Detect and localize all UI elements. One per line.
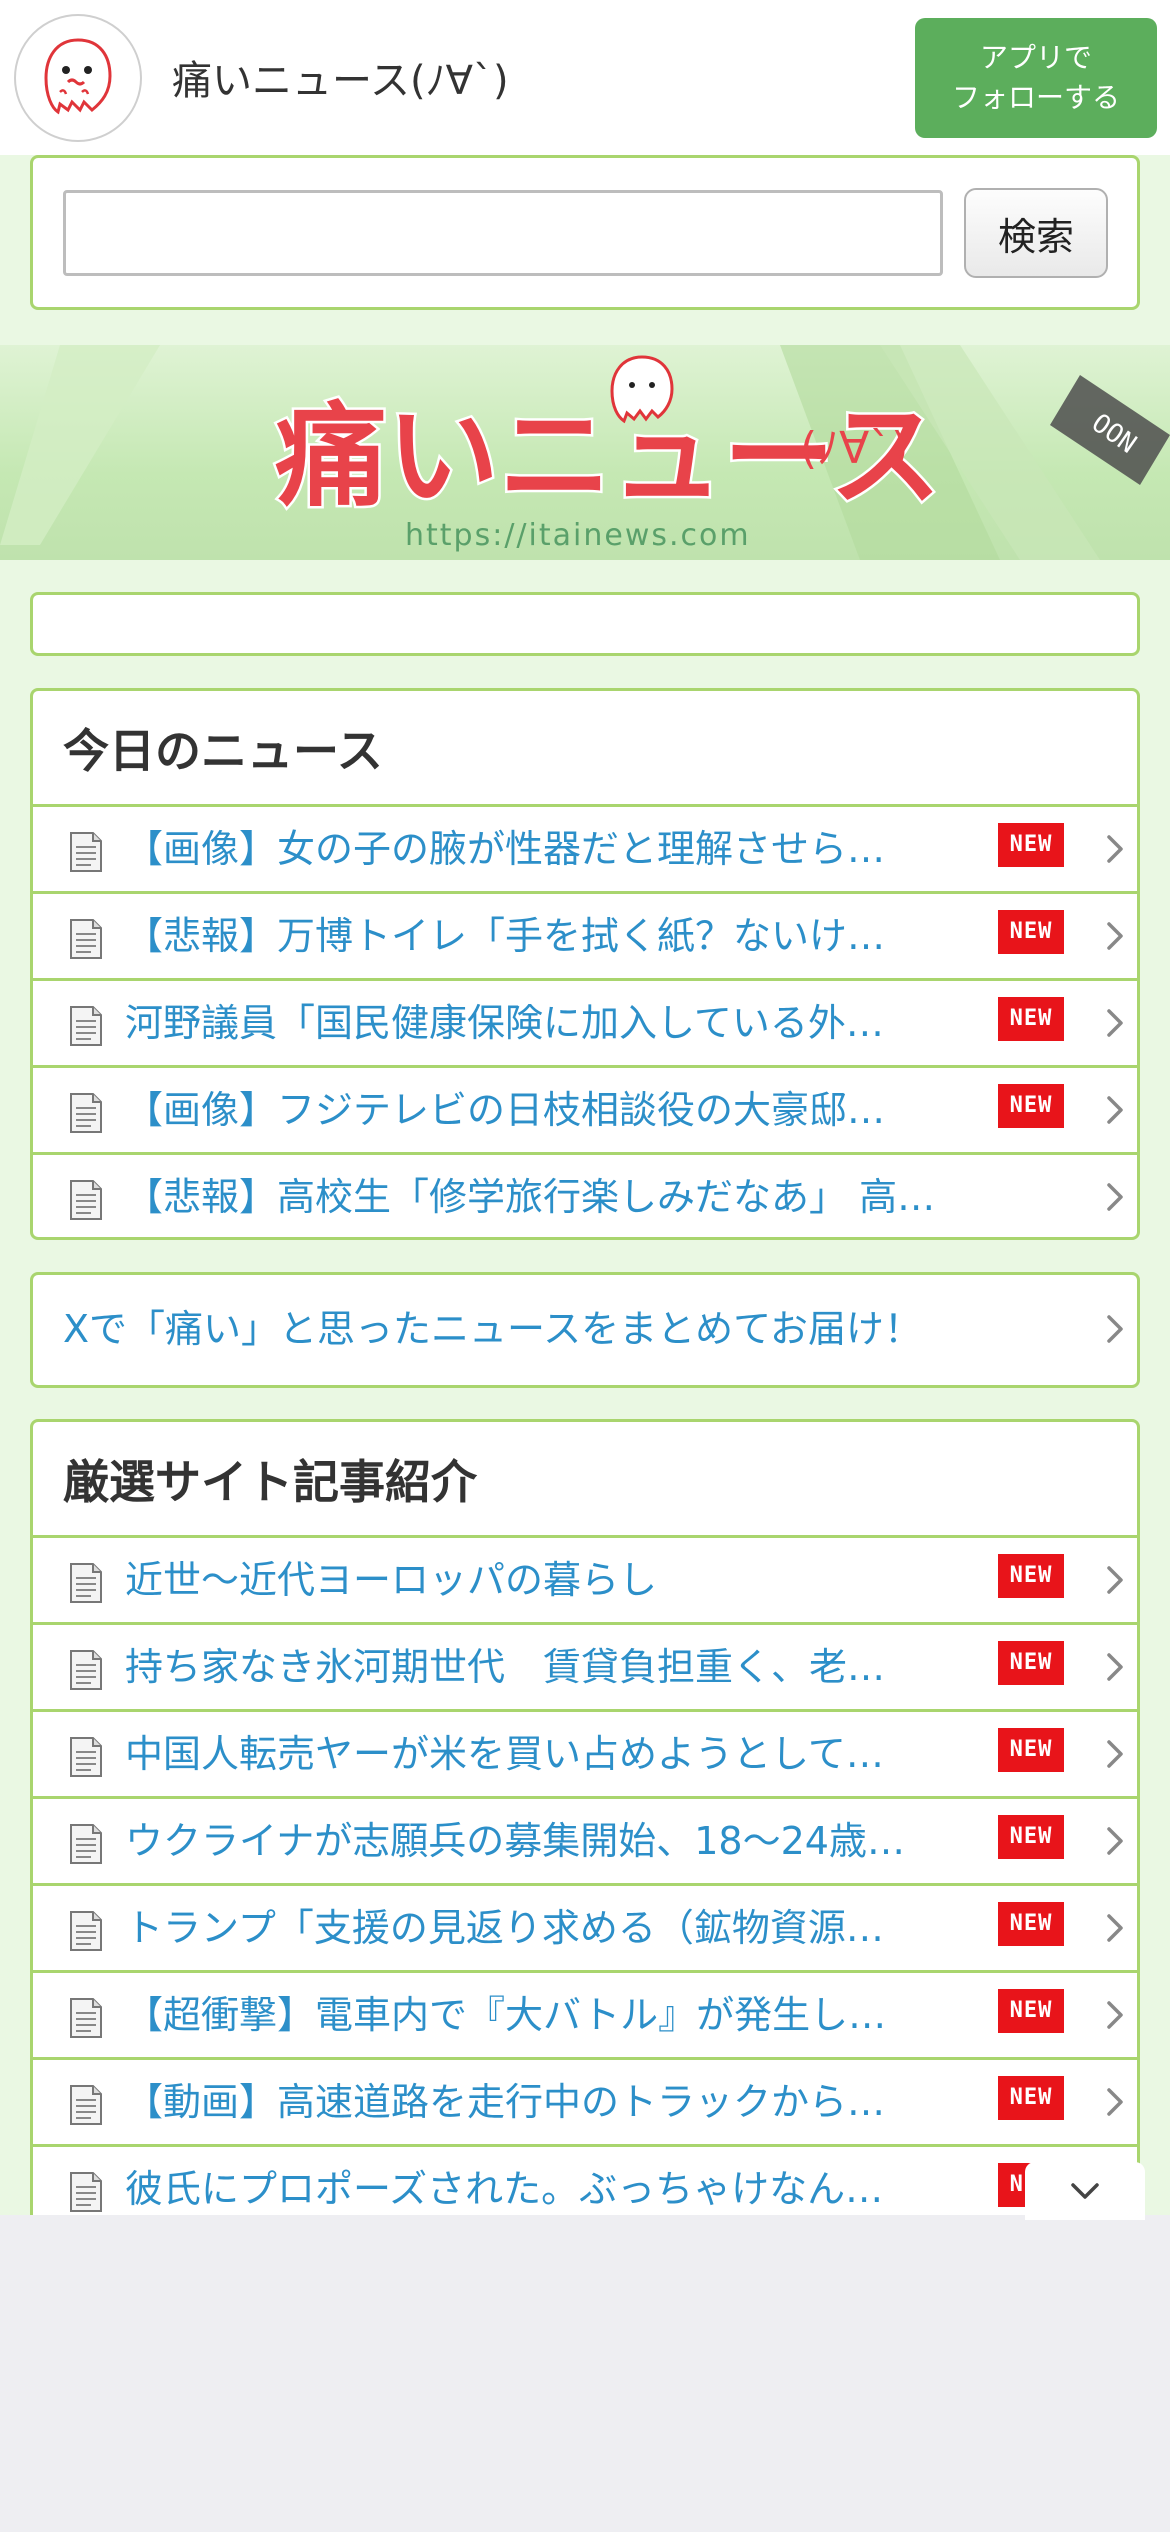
news-row-title: 持ち家なき氷河期世代 賃貸負担重く、老… <box>125 1645 886 1689</box>
document-icon <box>70 2172 102 2212</box>
x-promo-link[interactable]: Xで「痛い」と思ったニュースをまとめてお届け！ <box>30 1272 1140 1388</box>
chevron-right-icon <box>1107 2001 1123 2029</box>
search-button[interactable]: 検索 <box>964 188 1108 278</box>
new-badge: NEW <box>998 1084 1064 1128</box>
chevron-right-icon <box>1107 922 1123 950</box>
app-header: 痛いニュース(ﾉ∀`) アプリで フォローする <box>0 0 1170 155</box>
news-row[interactable]: 【超衝撃】電車内で『大バトル』が発生し… NEW <box>33 1973 1137 2060</box>
picked-sites-list: 近世〜近代ヨーロッパの暮らし NEW 持ち家なき氷河期世代 賃貸負担重く、老… NEW… <box>33 1538 1137 2234</box>
chevron-right-icon <box>1107 1827 1123 1855</box>
document-icon <box>70 1180 102 1220</box>
news-row-title: 河野議員「国民健康保険に加入している外… <box>125 1001 884 1045</box>
news-row[interactable]: 持ち家なき氷河期世代 賃貸負担重く、老… NEW <box>33 1625 1137 1712</box>
news-row[interactable]: 中国人転売ヤーが米を買い占めようとして… NEW <box>33 1712 1137 1799</box>
site-banner[interactable]: OON 痛いニュース (ﾉ∀`) https://itainews.com <box>0 345 1170 560</box>
banner-graphic: OON 痛いニュース (ﾉ∀`) https://itainews.com <box>0 345 1170 560</box>
document-icon <box>70 832 102 872</box>
bottom-blank-area <box>0 2215 1170 2532</box>
banner-url: https://itainews.com <box>405 518 751 553</box>
document-icon <box>70 1998 102 2038</box>
ghost-mascot-icon <box>44 38 112 115</box>
banner-ghost-icon <box>610 355 674 424</box>
news-row-title: 中国人転売ヤーが米を買い占めようとして… <box>125 1732 884 1776</box>
empty-panel <box>30 592 1140 656</box>
new-badge: NEW <box>998 1815 1064 1859</box>
new-badge: NEW <box>998 1728 1064 1772</box>
x-promo-text: Xで「痛い」と思ったニュースをまとめてお届け！ <box>63 1307 922 1351</box>
new-badge: NEW <box>998 1902 1064 1946</box>
search-input[interactable] <box>63 190 943 276</box>
news-row[interactable]: 【悲報】高校生「修学旅行楽しみだなあ」 高… <box>33 1155 1137 1237</box>
chevron-right-icon <box>1107 1566 1123 1594</box>
document-icon <box>70 1650 102 1690</box>
news-row-title: 【動画】高速道路を走行中のトラックから… <box>125 2080 886 2124</box>
chevron-right-icon <box>1107 835 1123 863</box>
search-box: 検索 <box>30 155 1140 310</box>
new-badge: NEW <box>998 823 1064 867</box>
document-icon <box>70 1911 102 1951</box>
news-row[interactable]: 【悲報】万博トイレ「手を拭く紙？ないけ… NEW <box>33 894 1137 981</box>
scroll-down-button[interactable] <box>1025 2162 1145 2220</box>
page: 痛いニュース(ﾉ∀`) アプリで フォローする 検索 OON 痛いニュース (ﾉ… <box>0 0 1170 2532</box>
picked-sites-panel: 厳選サイト記事紹介 近世〜近代ヨーロッパの暮らし NEW 持ち家なき氷河期世代 賃貸… <box>30 1419 1140 2279</box>
news-row[interactable]: トランプ「支援の見返り求める（鉱物資源… NEW <box>33 1886 1137 1973</box>
today-news-panel: 今日のニュース 【画像】女の子の腋が性器だと理解させら… NEW 【悲報】万博トイレ… <box>30 688 1140 1240</box>
document-icon <box>70 1006 102 1046</box>
chevron-right-icon <box>1107 2088 1123 2116</box>
news-row[interactable]: 【画像】女の子の腋が性器だと理解させら… NEW <box>33 807 1137 894</box>
document-icon <box>70 1824 102 1864</box>
follow-button-line1: アプリで <box>979 41 1092 74</box>
chevron-down-icon <box>1071 2183 1099 2199</box>
follow-app-button[interactable]: アプリで フォローする <box>915 18 1157 138</box>
news-row[interactable]: 【画像】フジテレビの日枝相談役の大豪邸… NEW <box>33 1068 1137 1155</box>
new-badge: NEW <box>998 1989 1064 2033</box>
chevron-right-icon <box>1107 1183 1123 1211</box>
news-row[interactable]: 近世〜近代ヨーロッパの暮らし NEW <box>33 1538 1137 1625</box>
document-icon <box>70 1563 102 1603</box>
news-row-title: 近世〜近代ヨーロッパの暮らし <box>125 1558 658 1602</box>
site-title[interactable]: 痛いニュース(ﾉ∀`) <box>172 48 509 106</box>
document-icon <box>70 919 102 959</box>
new-badge: NEW <box>998 997 1064 1041</box>
news-row-title: 【画像】女の子の腋が性器だと理解させら… <box>125 827 886 871</box>
chevron-right-icon <box>1107 1914 1123 1942</box>
chevron-right-icon <box>1107 1653 1123 1681</box>
new-badge: NEW <box>998 2076 1064 2120</box>
new-badge: NEW <box>998 1641 1064 1685</box>
document-icon <box>70 1737 102 1777</box>
chevron-right-icon <box>1107 1740 1123 1768</box>
news-row-title: 【悲報】高校生「修学旅行楽しみだなあ」 高… <box>125 1175 936 1219</box>
chevron-right-icon <box>1107 1315 1123 1343</box>
news-row-title: ウクライナが志願兵の募集開始、18〜24歳… <box>125 1819 905 1863</box>
chevron-right-icon <box>1107 1009 1123 1037</box>
follow-button-line2: フォローする <box>951 81 1120 114</box>
document-icon <box>70 2085 102 2125</box>
document-icon <box>70 1093 102 1133</box>
news-row-title: 【超衝撃】電車内で『大バトル』が発生し… <box>125 1993 887 2037</box>
news-row-title: 【悲報】万博トイレ「手を拭く紙？ないけ… <box>125 914 886 958</box>
news-row[interactable]: ウクライナが志願兵の募集開始、18〜24歳… NEW <box>33 1799 1137 1886</box>
site-logo[interactable] <box>14 14 142 142</box>
new-badge: NEW <box>998 1554 1064 1598</box>
news-row[interactable]: 河野議員「国民健康保険に加入している外… NEW <box>33 981 1137 1068</box>
news-row-title: 【画像】フジテレビの日枝相談役の大豪邸… <box>125 1088 886 1132</box>
today-news-title: 今日のニュース <box>33 691 1137 807</box>
new-badge: NEW <box>998 910 1064 954</box>
news-row-title: トランプ「支援の見返り求める（鉱物資源… <box>125 1906 884 1950</box>
chevron-right-icon <box>1107 1096 1123 1124</box>
picked-sites-title: 厳選サイト記事紹介 <box>33 1422 1137 1538</box>
news-row[interactable]: 【動画】高速道路を走行中のトラックから… NEW <box>33 2060 1137 2147</box>
banner-kaomoji: (ﾉ∀`) <box>800 423 908 474</box>
today-news-list: 【画像】女の子の腋が性器だと理解させら… NEW 【悲報】万博トイレ「手を拭く紙？な… <box>33 807 1137 1237</box>
